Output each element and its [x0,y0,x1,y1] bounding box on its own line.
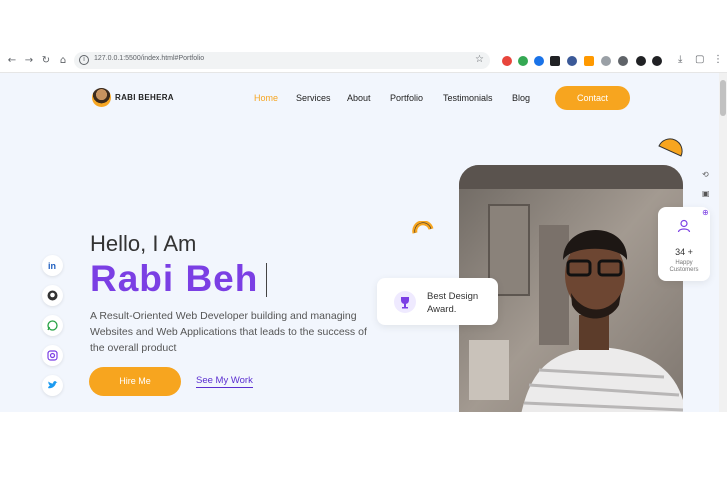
decor-half-circle-icon [658,138,683,157]
extension-icon[interactable] [534,56,544,66]
download-icon[interactable]: ⤓ [678,54,682,65]
award-subtitle: Award. [427,304,457,315]
linkedin-icon[interactable]: in [42,255,63,276]
extension-icon[interactable] [550,56,560,66]
nav-portfolio[interactable]: Portfolio [390,93,423,103]
portfolio-page: RABI BEHERA Home Services About Portfoli… [0,73,719,412]
customer-label-line1: Happy [675,260,693,266]
address-bar[interactable]: i 127.0.0.1:5500/index.html#Portfolio ☆ [74,52,490,69]
hero-greeting: Hello, I Am [90,231,197,256]
trophy-icon [394,291,416,313]
back-icon[interactable]: ← [5,54,19,68]
twitter-icon[interactable] [42,375,63,396]
whatsapp-icon[interactable] [42,315,63,336]
nav-testimonials[interactable]: Testimonials [443,93,493,103]
menu-icon[interactable]: ⋮ [713,54,723,65]
hero-description: A Result-Oriented Web Developer building… [90,310,367,354]
extension-icon[interactable] [502,56,512,66]
happy-customers-card: 34 + Happy Customers [658,207,710,281]
forward-icon[interactable]: → [22,54,36,68]
decor-arc-icon [412,221,434,234]
site-logo[interactable]: RABI BEHERA [92,88,174,107]
extension-icon[interactable] [584,56,594,66]
typing-caret [266,263,267,297]
github-icon[interactable] [42,285,63,306]
brand-name: RABI BEHERA [115,93,174,102]
instagram-icon[interactable] [42,345,63,366]
nav-home[interactable]: Home [254,93,278,103]
nav-services[interactable]: Services [296,93,331,103]
hero-name: Rabi Beh [90,258,259,299]
extension-icon[interactable] [601,56,611,66]
hire-me-button[interactable]: Hire Me [89,367,181,396]
extension-icon[interactable] [567,56,577,66]
extension-icon[interactable] [618,56,628,66]
scrollbar-thumb[interactable] [720,80,726,116]
contact-button[interactable]: Contact [555,86,630,110]
info-icon[interactable]: i [79,55,89,65]
customer-label-line2: Customers [669,267,699,273]
home-icon[interactable]: ⌂ [56,54,70,68]
extensions-icon[interactable]: ▢ [695,54,704,65]
user-icon [677,219,691,233]
refresh-tool-icon[interactable]: ⟲ [702,170,709,179]
see-my-work-link[interactable]: See My Work [196,375,253,388]
extension-icon[interactable] [652,56,662,66]
reload-icon[interactable]: ↻ [39,54,53,68]
nav-about[interactable]: About [347,93,371,103]
svg-text:in: in [48,261,56,271]
url-text[interactable]: 127.0.0.1:5500/index.html#Portfolio [94,55,204,62]
award-title: Best Design [427,291,479,302]
star-icon[interactable]: ☆ [475,54,484,65]
customer-count: 34 + [675,247,693,257]
avatar [92,88,111,107]
extension-icon[interactable] [518,56,528,66]
book-tool-icon[interactable]: ▣ [702,189,710,198]
extension-icon[interactable] [636,56,646,66]
award-card: Best Design Award. [377,278,498,325]
nav-blog[interactable]: Blog [512,93,530,103]
page-scrollbar[interactable] [719,73,727,412]
browser-toolbar: ← → ↻ ⌂ i 127.0.0.1:5500/index.html#Port… [0,49,727,73]
globe-tool-icon[interactable]: ⊕ [702,208,709,217]
